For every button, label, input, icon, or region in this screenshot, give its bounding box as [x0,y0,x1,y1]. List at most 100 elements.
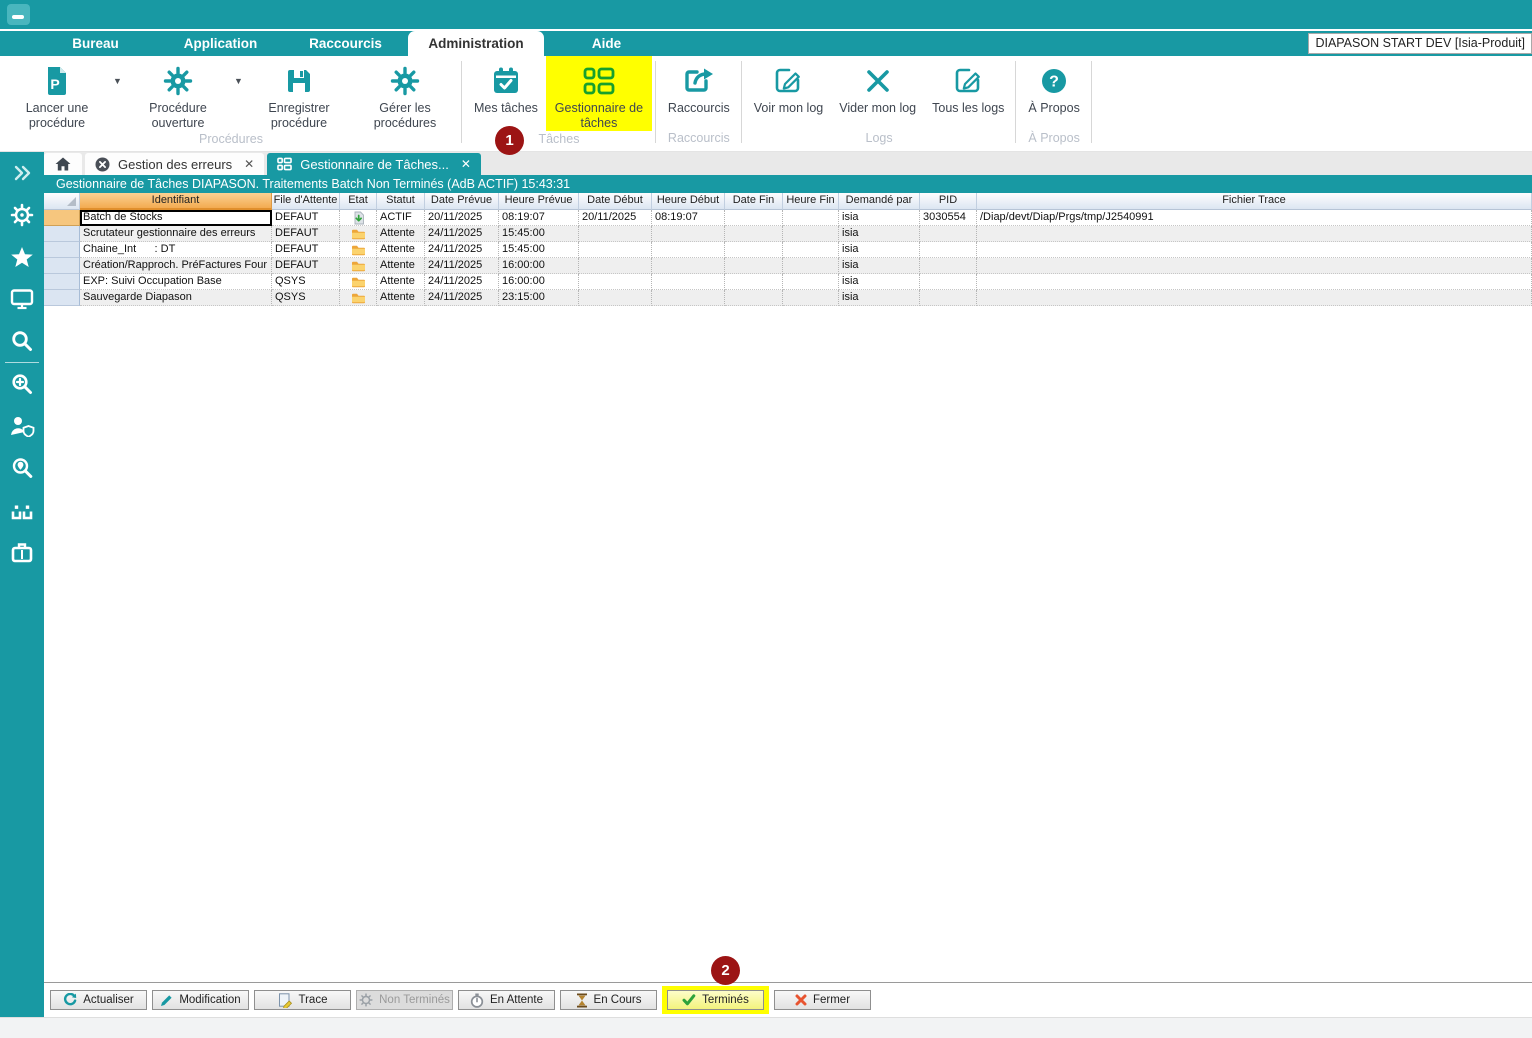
group-apropos: ? À Propos À Propos [1016,56,1091,151]
group-logs: Voir mon log Vider mon log Tous les logs… [742,56,1017,151]
svg-text:?: ? [1049,74,1059,91]
table-row[interactable]: Chaine_Int : DTDEFAUTAttente24/11/202515… [44,242,1532,258]
cell-date_fin [725,226,783,242]
gear-gray-icon [359,993,373,1007]
expand-chevrons-icon[interactable] [0,152,44,194]
all-logs-button[interactable]: Tous les logs [924,56,1012,130]
table-row[interactable]: Scrutateur gestionnaire des erreursDEFAU… [44,226,1532,242]
cell-heure_prevue: 15:45:00 [499,242,579,258]
tab-gestion-des-erreurs[interactable]: Gestion des erreurs ✕ [85,153,264,175]
column-header-heure_fin[interactable]: Heure Fin [783,193,839,210]
tab-label: Gestionnaire de Tâches... [300,157,449,172]
column-header-file[interactable]: File d'Attente [272,193,340,210]
column-header-date_prevue[interactable]: Date Prévue [425,193,499,210]
column-header-statut[interactable]: Statut [377,193,425,210]
non-termines-button[interactable]: Non Terminés [356,990,453,1010]
user-shield-icon[interactable] [0,405,44,447]
settings-wheel-icon[interactable] [0,194,44,236]
briefcase-icon[interactable] [0,531,44,573]
cell-identifiant: Création/Rapproch. PréFactures Four [80,258,272,274]
cell-heure_prevue: 16:00:00 [499,258,579,274]
table-row[interactable]: EXP: Suivi Occupation BaseQSYSAttente24/… [44,274,1532,290]
menu-application[interactable]: Application [158,31,283,56]
open-procedure-dropdown[interactable]: ▼ [231,56,246,131]
app-icon[interactable] [7,4,30,25]
column-header-date_fin[interactable]: Date Fin [725,193,783,210]
task-manager-button[interactable]: Gestionnaire de tâches [546,56,652,131]
table-header-row: IdentifiantFile d'AttenteEtatStatutDate … [44,193,1532,210]
en-cours-button[interactable]: En Cours [560,990,657,1010]
clear-my-log-button[interactable]: Vider mon log [831,56,924,130]
fermer-button[interactable]: Fermer [774,990,871,1010]
row-selector[interactable] [44,226,80,242]
open-procedure-button[interactable]: Procédure ouverture [125,56,231,131]
table-row[interactable]: Sauvegarde DiapasonQSYSAttente24/11/2025… [44,290,1532,306]
column-header-heure_debut[interactable]: Heure Début [652,193,725,210]
column-header-etat[interactable]: Etat [340,193,377,210]
zoom-in-icon[interactable] [0,363,44,405]
column-header-date_debut[interactable]: Date Début [579,193,652,210]
cell-pid [920,290,977,306]
actualiser-button[interactable]: Actualiser [50,990,147,1010]
cell-statut: ACTIF [377,210,425,226]
row-selector[interactable] [44,290,80,306]
application-window: Bureau Application Raccourcis Administra… [0,0,1532,1038]
modification-button[interactable]: Modification [152,990,249,1010]
row-selector[interactable] [44,242,80,258]
cell-statut: Attente [377,242,425,258]
termines-button[interactable]: Terminés [667,990,764,1010]
row-selector[interactable] [44,258,80,274]
menu-bureau[interactable]: Bureau [33,31,158,56]
row-selector[interactable] [44,274,80,290]
menu-administration[interactable]: Administration [408,31,544,56]
cell-heure_prevue: 15:45:00 [499,226,579,242]
monitor-icon[interactable] [0,278,44,320]
close-icon[interactable]: ✕ [461,157,471,171]
column-header-pid[interactable]: PID [920,193,977,210]
cell-heure_fin [783,226,839,242]
view-my-log-button[interactable]: Voir mon log [746,56,831,130]
toolbar-item-label: Vider mon log [839,101,916,116]
cell-demande_par: isia [839,290,920,306]
en-attente-button[interactable]: En Attente [458,990,555,1010]
menu-raccourcis[interactable]: Raccourcis [283,31,408,56]
cell-demande_par: isia [839,226,920,242]
shortcuts-button[interactable]: Raccourcis [660,56,738,130]
cell-statut: Attente [377,258,425,274]
my-tasks-button[interactable]: Mes tâches [466,56,546,131]
cell-date_fin [725,242,783,258]
cell-date_debut [579,258,652,274]
left-sidebar [0,152,44,1017]
running-icon [340,210,377,226]
calendar-check-icon [491,61,521,101]
group-label-procedures: Procédures [4,131,458,152]
cell-pid: 3030554 [920,210,977,226]
step-badge-1: 1 [495,126,524,155]
cell-date_debut [579,274,652,290]
trace-button[interactable]: Trace [254,990,351,1010]
tab-gestionnaire-de-taches[interactable]: Gestionnaire de Tâches... ✕ [267,153,481,175]
select-all-header[interactable] [44,193,80,210]
close-icon[interactable]: ✕ [244,157,254,171]
footer-button-bar: Actualiser Modification Trace Non Termin… [44,983,1532,1017]
menu-aide[interactable]: Aide [544,31,669,56]
manage-procedures-button[interactable]: Gérer les procédures [352,56,458,131]
gear-icon [390,61,420,101]
column-header-demande_par[interactable]: Demandé par [839,193,920,210]
column-header-fichier_trace[interactable]: Fichier Trace [977,193,1532,210]
location-search-icon[interactable] [0,447,44,489]
launch-procedure-button[interactable]: P Lancer une procédure [4,56,110,131]
save-procedure-button[interactable]: Enregistrer procédure [246,56,352,131]
launch-procedure-dropdown[interactable]: ▼ [110,56,125,131]
cell-file: DEFAUT [272,210,340,226]
column-header-identifiant[interactable]: Identifiant [80,193,272,210]
table-row[interactable]: Création/Rapproch. PréFactures FourDEFAU… [44,258,1532,274]
about-button[interactable]: ? À Propos [1020,56,1087,130]
search-icon[interactable] [0,320,44,362]
column-header-heure_prevue[interactable]: Heure Prévue [499,193,579,210]
table-row[interactable]: Batch de StocksDEFAUTACTIF20/11/202508:1… [44,210,1532,226]
row-selector[interactable] [44,210,80,226]
modules-icon[interactable] [0,489,44,531]
tab-home[interactable] [44,153,82,175]
star-icon[interactable] [0,236,44,278]
